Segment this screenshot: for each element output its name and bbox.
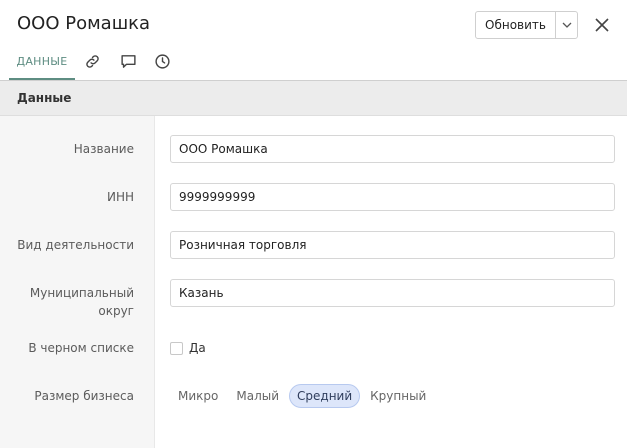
district-label-line2: округ (98, 304, 134, 318)
district-label: Муниципальный округ (30, 284, 134, 320)
name-label: Название (73, 142, 134, 156)
business-size-selector: Микро Малый Средний Крупный (170, 384, 434, 408)
inn-field[interactable] (170, 183, 615, 211)
history-icon (154, 53, 170, 69)
page-title: ООО Ромашка (17, 13, 151, 34)
business-size-label: Размер бизнеса (34, 389, 134, 403)
size-option-small[interactable]: Малый (228, 384, 287, 408)
inn-label: ИНН (106, 190, 134, 204)
size-option-medium[interactable]: Средний (289, 384, 361, 408)
close-button[interactable] (591, 14, 613, 36)
activity-label: Вид деятельности (17, 238, 134, 252)
section-title: Данные (17, 91, 72, 105)
tab-links[interactable] (81, 50, 103, 72)
district-label-line1: Муниципальный (29, 286, 134, 300)
name-field[interactable] (170, 135, 615, 163)
activity-field[interactable] (170, 231, 615, 259)
size-option-micro[interactable]: Микро (170, 384, 226, 408)
checkbox-label: Да (189, 341, 206, 355)
tab-data[interactable]: ДАННЫЕ (9, 44, 75, 80)
tab-history[interactable] (151, 50, 173, 72)
tab-comments[interactable] (117, 50, 139, 72)
district-field[interactable] (170, 279, 615, 307)
comment-icon (120, 54, 136, 68)
blacklist-label: В черном списке (28, 341, 134, 355)
size-option-large[interactable]: Крупный (362, 384, 434, 408)
update-button[interactable]: Обновить (476, 12, 556, 38)
blacklist-checkbox[interactable]: Да (170, 340, 206, 356)
chevron-down-icon (562, 22, 571, 28)
link-icon (85, 54, 99, 68)
update-split-button[interactable]: Обновить (475, 11, 578, 39)
section-header: Данные (0, 81, 627, 116)
update-menu-toggle[interactable] (556, 12, 577, 38)
close-icon (595, 18, 609, 32)
checkbox-box[interactable] (170, 341, 183, 355)
tab-bar: ДАННЫЕ (0, 44, 627, 80)
